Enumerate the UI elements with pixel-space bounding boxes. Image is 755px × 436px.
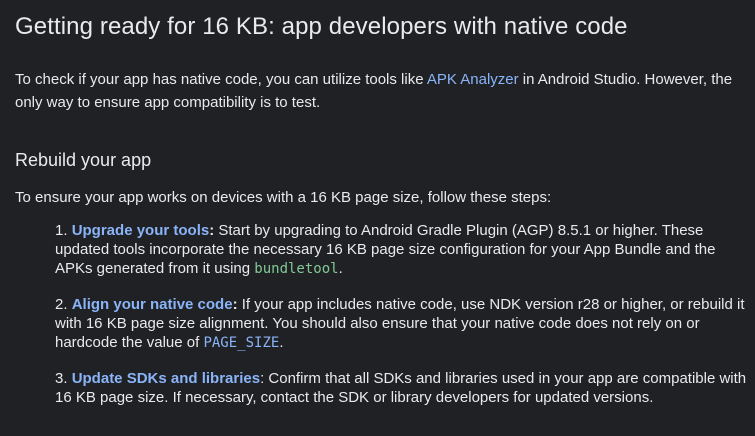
intro-paragraph: To check if your app has native code, yo… (15, 68, 750, 114)
page-title: Getting ready for 16 KB: app developers … (15, 13, 628, 40)
step-text-end: . (279, 334, 284, 351)
step-title-link[interactable]: Upgrade your tools (72, 222, 210, 239)
list-item: 1. Upgrade your tools: Start by upgradin… (55, 221, 750, 279)
step-text-end: . (338, 260, 343, 277)
inline-code: bundletool (254, 261, 339, 277)
step-number: 3. (55, 370, 68, 387)
list-item: 2. Align your native code: If your app i… (55, 295, 750, 353)
step-number: 1. (55, 222, 68, 239)
article: Getting ready for 16 KB: app developers … (15, 10, 750, 408)
step-title-link[interactable]: Align your native code (72, 296, 233, 313)
step-number: 2. (55, 296, 68, 313)
section-lead: To ensure your app works on devices with… (15, 189, 552, 206)
steps-list: 1. Upgrade your tools: Start by upgradin… (15, 221, 750, 408)
section-heading: Rebuild your app (15, 150, 152, 170)
intro-text-before: To check if your app has native code, yo… (15, 71, 427, 88)
list-item: 3. Update SDKs and libraries: Confirm th… (55, 369, 750, 408)
inline-code-link[interactable]: PAGE_SIZE (203, 335, 279, 351)
step-title-link[interactable]: Update SDKs and libraries (72, 370, 260, 387)
apk-analyzer-link[interactable]: APK Analyzer (427, 71, 519, 88)
